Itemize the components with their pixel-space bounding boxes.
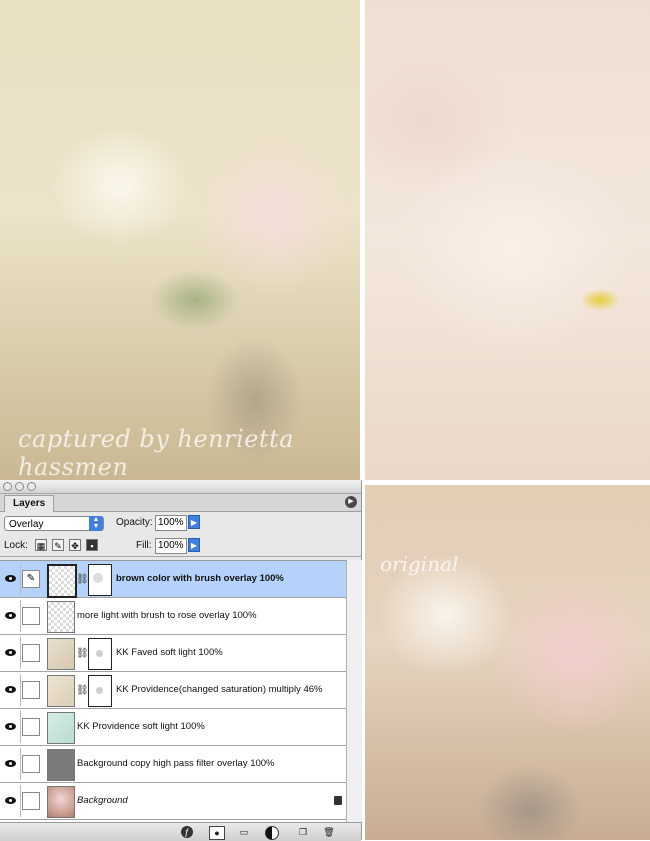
layer-name: KK Providence(changed saturation) multip… <box>116 684 323 695</box>
captured-by-watermark: captured by henrietta hassmen <box>18 425 294 480</box>
new-group-icon[interactable]: ▭ <box>237 826 251 838</box>
petal-detail-photo <box>365 0 650 480</box>
minimize-window-icon[interactable] <box>15 482 24 491</box>
opacity-slider-arrow-icon[interactable]: ▶ <box>188 515 200 529</box>
layer-row[interactable]: KK Providence soft light 100% <box>0 709 346 746</box>
layer-style-icon[interactable]: ƒ <box>181 826 193 838</box>
layer-name: brown color with brush overlay 100% <box>116 573 284 584</box>
original-photo <box>365 485 650 840</box>
layer-mask-icon[interactable]: ● <box>209 826 225 840</box>
visibility-eye-icon[interactable] <box>2 637 21 669</box>
adjustment-layer-icon[interactable] <box>265 826 279 840</box>
visibility-eye-icon[interactable] <box>2 563 21 595</box>
layers-panel: Layers ▶ Overlay ▲ ▼ Opacity: 100% ▶ Lock… <box>0 480 362 841</box>
visibility-eye-icon[interactable] <box>2 785 21 817</box>
fill-label: Fill: <box>136 540 152 551</box>
visibility-eye-icon[interactable] <box>2 674 21 706</box>
panel-bottom-bar: ƒ ● ▭ ❐ 🗑 <box>0 822 361 841</box>
layer-thumbnail <box>47 638 75 670</box>
lock-all-icon[interactable]: ▪ <box>86 539 98 551</box>
layer-mask-thumbnail[interactable] <box>88 638 112 670</box>
select-arrows-icon: ▲ ▼ <box>89 516 103 531</box>
link-cell[interactable] <box>22 792 40 810</box>
layer-list-scrollbar[interactable] <box>346 560 362 822</box>
layer-thumbnail <box>47 712 75 744</box>
layer-row[interactable]: ⛓ KK Faved soft light 100% <box>0 635 346 672</box>
brush-edit-icon[interactable]: ✎ <box>22 570 40 588</box>
layer-row[interactable]: more light with brush to rose overlay 10… <box>0 598 346 635</box>
lock-transparent-icon[interactable]: ▦ <box>35 539 47 551</box>
blend-mode-value: Overlay <box>9 519 44 530</box>
lock-row: Lock: ▦ ✎ ✥ ▪ Fill: 100% ▶ <box>0 534 361 557</box>
close-window-icon[interactable] <box>3 482 12 491</box>
edited-photo: captured by henrietta hassmen <box>0 0 360 480</box>
lock-label: Lock: <box>4 540 28 551</box>
layer-row[interactable]: Background <box>0 783 346 820</box>
link-chain-icon[interactable]: ⛓ <box>76 648 89 659</box>
link-cell[interactable] <box>22 755 40 773</box>
panel-titlebar <box>0 480 361 494</box>
link-chain-icon[interactable]: ⛓ <box>76 685 89 696</box>
blend-options-row: Overlay ▲ ▼ Opacity: 100% ▶ <box>0 512 361 534</box>
zoom-window-icon[interactable] <box>27 482 36 491</box>
layer-thumbnail <box>47 749 75 781</box>
layer-thumbnail <box>47 601 75 633</box>
lock-paint-icon[interactable]: ✎ <box>52 539 64 551</box>
opacity-input[interactable]: 100% <box>155 515 187 531</box>
trash-icon[interactable]: 🗑 <box>322 826 336 838</box>
panel-tabbar: Layers ▶ <box>0 494 361 512</box>
blend-mode-select[interactable]: Overlay ▲ ▼ <box>4 516 104 531</box>
layer-thumbnail <box>47 786 75 818</box>
lock-move-icon[interactable]: ✥ <box>69 539 81 551</box>
link-chain-icon[interactable]: ⛓ <box>76 574 89 585</box>
tab-layers[interactable]: Layers <box>4 495 55 512</box>
layer-row[interactable]: Background copy high pass filter overlay… <box>0 746 346 783</box>
layer-mask-thumbnail[interactable] <box>88 675 112 707</box>
visibility-eye-icon[interactable] <box>2 600 21 632</box>
link-cell[interactable] <box>22 644 40 662</box>
layer-thumbnail <box>47 675 75 707</box>
opacity-label: Opacity: <box>116 517 153 528</box>
fill-input[interactable]: 100% <box>155 538 187 554</box>
link-cell[interactable] <box>22 718 40 736</box>
visibility-eye-icon[interactable] <box>2 748 21 780</box>
visibility-eye-icon[interactable] <box>2 711 21 743</box>
layer-thumbnail <box>47 564 77 598</box>
layer-name: KK Providence soft light 100% <box>77 721 205 732</box>
link-cell[interactable] <box>22 607 40 625</box>
layer-name: Background copy high pass filter overlay… <box>77 758 275 769</box>
layer-list: ✎ ⛓ brown color with brush overlay 100% … <box>0 560 346 823</box>
layer-name: more light with brush to rose overlay 10… <box>77 610 257 621</box>
link-cell[interactable] <box>22 681 40 699</box>
layer-row[interactable]: ⛓ KK Providence(changed saturation) mult… <box>0 672 346 709</box>
fill-slider-arrow-icon[interactable]: ▶ <box>188 538 200 552</box>
layer-row[interactable]: ✎ ⛓ brown color with brush overlay 100% <box>0 561 346 598</box>
layer-mask-thumbnail[interactable] <box>88 564 112 596</box>
layer-name: KK Faved soft light 100% <box>116 647 223 658</box>
panel-menu-icon[interactable]: ▶ <box>345 496 357 508</box>
layer-name: Background <box>77 795 128 806</box>
lock-icon <box>334 796 342 805</box>
original-watermark: original <box>380 552 459 576</box>
new-layer-icon[interactable]: ❐ <box>296 826 310 838</box>
